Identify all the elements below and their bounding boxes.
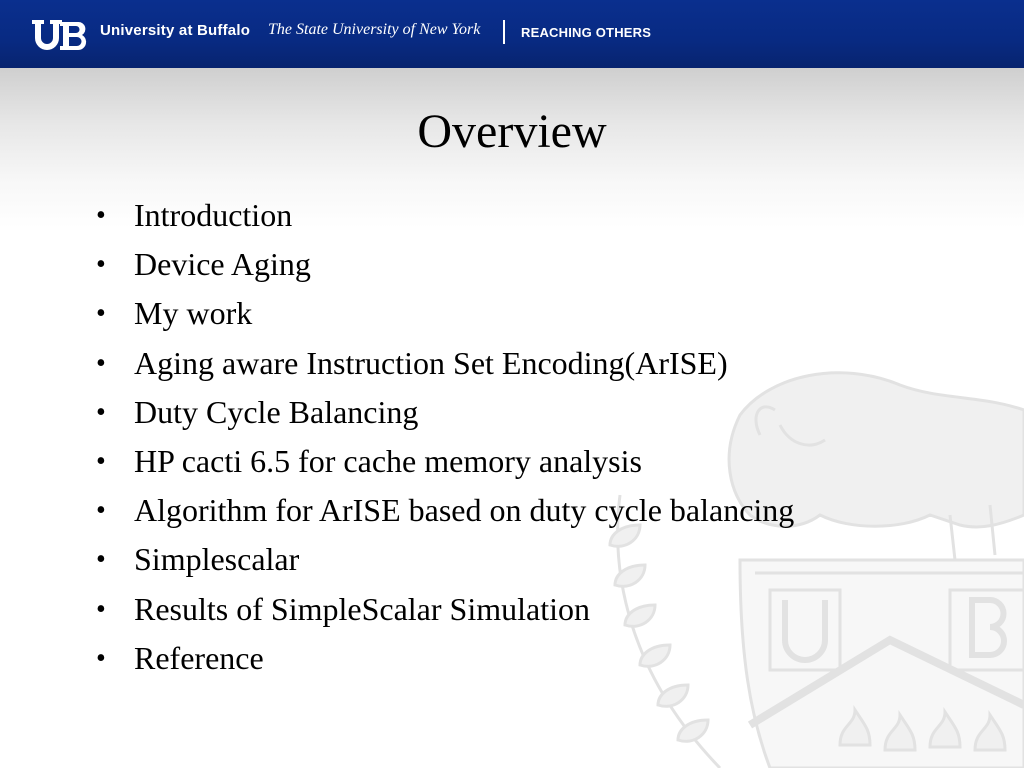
university-name: University at Buffalo (100, 22, 251, 39)
header-banner: University at Buffalo The State Universi… (0, 0, 1024, 68)
bullet-text: Aging aware Instruction Set Encoding(ArI… (134, 344, 728, 381)
ub-logo-icon (32, 20, 87, 51)
header-divider (503, 20, 505, 44)
bullet-text: Device Aging (134, 246, 311, 283)
bullet-text: Simplescalar (134, 541, 300, 578)
tagline: REACHING OTHERS (521, 25, 652, 40)
bullet-text: Reference (134, 639, 264, 676)
bullet-text: HP cacti 6.5 for cache memory analysis (134, 442, 642, 479)
bullet-icon: • (96, 347, 106, 379)
bullet-icon: • (96, 495, 106, 527)
buffalo-crest-icon (608, 371, 1024, 768)
bullet-icon: • (96, 593, 106, 625)
bullet-icon: • (96, 200, 106, 231)
bullet-text: Algorithm for ArISE based on duty cycle … (134, 492, 795, 529)
bullet-icon: • (96, 298, 106, 330)
bullet-icon: • (96, 249, 106, 281)
bullet-icon: • (96, 642, 106, 674)
bullet-icon: • (96, 445, 106, 477)
bullet-text: Results of SimpleScalar Simulation (134, 590, 590, 627)
bullet-icon: • (96, 396, 106, 428)
bullet-text: Introduction (134, 197, 293, 233)
suny-name: The State University of New York (268, 21, 481, 38)
slide-title: Overview (417, 105, 607, 158)
bullet-text: My work (134, 295, 253, 332)
bullet-text: Duty Cycle Balancing (134, 393, 419, 430)
bullet-icon: • (96, 544, 106, 576)
